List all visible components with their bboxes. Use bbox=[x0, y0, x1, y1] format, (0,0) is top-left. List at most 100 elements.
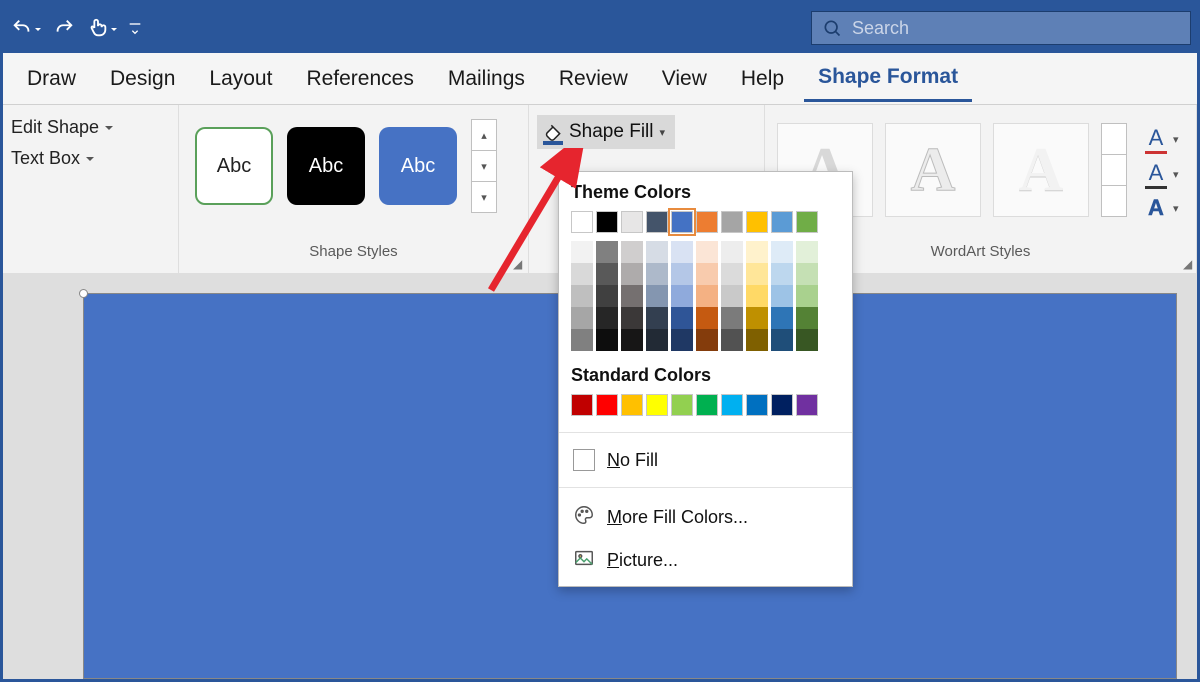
tab-mailings[interactable]: Mailings bbox=[434, 57, 539, 101]
theme-tint-swatch[interactable] bbox=[596, 285, 618, 307]
theme-color-swatch[interactable] bbox=[721, 211, 743, 233]
theme-tint-swatch[interactable] bbox=[696, 285, 718, 307]
tab-design[interactable]: Design bbox=[96, 57, 189, 101]
chevron-up-icon[interactable]: ▴ bbox=[472, 120, 496, 151]
wordart-launcher-icon[interactable]: ◢ bbox=[1183, 257, 1192, 271]
edit-shape-button[interactable]: Edit Shape bbox=[11, 117, 151, 138]
touch-mode-button[interactable] bbox=[85, 10, 119, 46]
theme-tint-swatch[interactable] bbox=[721, 307, 743, 329]
tab-layout[interactable]: Layout bbox=[195, 57, 286, 101]
search-input[interactable] bbox=[852, 18, 1180, 39]
shape-styles-launcher-icon[interactable]: ◢ bbox=[513, 257, 522, 271]
theme-tint-swatch[interactable] bbox=[596, 263, 618, 285]
picture-fill-option[interactable]: Picture... bbox=[559, 539, 852, 582]
redo-button[interactable] bbox=[47, 10, 81, 46]
theme-tint-swatch[interactable] bbox=[746, 241, 768, 263]
theme-color-swatch[interactable] bbox=[696, 211, 718, 233]
theme-color-swatch[interactable] bbox=[596, 211, 618, 233]
wordart-thumb-3[interactable]: A bbox=[993, 123, 1089, 217]
theme-tint-swatch[interactable] bbox=[621, 241, 643, 263]
search-box[interactable] bbox=[811, 11, 1191, 45]
theme-tint-swatch[interactable] bbox=[746, 307, 768, 329]
standard-color-swatch[interactable] bbox=[721, 394, 743, 416]
theme-tint-swatch[interactable] bbox=[796, 307, 818, 329]
theme-color-swatch[interactable] bbox=[746, 211, 768, 233]
theme-tint-swatch[interactable] bbox=[646, 329, 668, 351]
tab-help[interactable]: Help bbox=[727, 57, 798, 101]
theme-tint-swatch[interactable] bbox=[771, 263, 793, 285]
theme-tint-swatch[interactable] bbox=[771, 285, 793, 307]
theme-tint-swatch[interactable] bbox=[621, 329, 643, 351]
tab-view[interactable]: View bbox=[648, 57, 721, 101]
standard-color-swatch[interactable] bbox=[696, 394, 718, 416]
theme-tint-swatch[interactable] bbox=[696, 241, 718, 263]
theme-color-swatch[interactable] bbox=[571, 211, 593, 233]
standard-color-swatch[interactable] bbox=[596, 394, 618, 416]
theme-tint-swatch[interactable] bbox=[671, 241, 693, 263]
shape-style-thumb-1[interactable]: Abc bbox=[195, 127, 273, 205]
theme-tint-swatch[interactable] bbox=[621, 263, 643, 285]
theme-tint-swatch[interactable] bbox=[571, 307, 593, 329]
theme-color-swatch[interactable] bbox=[646, 211, 668, 233]
customize-qat-button[interactable] bbox=[123, 10, 147, 46]
theme-color-swatch[interactable] bbox=[771, 211, 793, 233]
theme-tint-swatch[interactable] bbox=[621, 285, 643, 307]
shape-style-thumb-2[interactable]: Abc bbox=[287, 127, 365, 205]
theme-color-swatch[interactable] bbox=[621, 211, 643, 233]
theme-tint-swatch[interactable] bbox=[696, 307, 718, 329]
standard-color-swatch[interactable] bbox=[571, 394, 593, 416]
theme-tint-swatch[interactable] bbox=[746, 329, 768, 351]
theme-tint-swatch[interactable] bbox=[671, 285, 693, 307]
text-effects-button[interactable]: A▾ bbox=[1145, 195, 1179, 221]
theme-tint-swatch[interactable] bbox=[571, 285, 593, 307]
theme-tint-swatch[interactable] bbox=[796, 285, 818, 307]
theme-tint-swatch[interactable] bbox=[596, 307, 618, 329]
theme-tint-swatch[interactable] bbox=[646, 263, 668, 285]
text-box-button[interactable]: Text Box bbox=[11, 148, 151, 169]
gallery-expand-icon[interactable]: ▾ bbox=[472, 182, 496, 212]
theme-tint-swatch[interactable] bbox=[771, 307, 793, 329]
theme-tint-swatch[interactable] bbox=[671, 307, 693, 329]
theme-tint-swatch[interactable] bbox=[796, 263, 818, 285]
tab-shape-format[interactable]: Shape Format bbox=[804, 55, 972, 102]
standard-color-swatch[interactable] bbox=[646, 394, 668, 416]
theme-tint-swatch[interactable] bbox=[721, 263, 743, 285]
no-fill-option[interactable]: No Fill bbox=[559, 441, 852, 479]
theme-tint-swatch[interactable] bbox=[671, 329, 693, 351]
theme-tint-swatch[interactable] bbox=[571, 329, 593, 351]
theme-color-swatch[interactable] bbox=[671, 211, 693, 233]
theme-tint-swatch[interactable] bbox=[771, 241, 793, 263]
more-fill-colors-option[interactable]: More Fill Colors... bbox=[559, 496, 852, 539]
theme-tint-swatch[interactable] bbox=[796, 329, 818, 351]
theme-tint-swatch[interactable] bbox=[621, 307, 643, 329]
undo-button[interactable] bbox=[9, 10, 43, 46]
chevron-down-icon[interactable]: ▾ bbox=[472, 151, 496, 182]
wordart-thumb-2[interactable]: A bbox=[885, 123, 981, 217]
tab-draw[interactable]: Draw bbox=[13, 57, 90, 101]
theme-tint-swatch[interactable] bbox=[671, 263, 693, 285]
theme-tint-swatch[interactable] bbox=[796, 241, 818, 263]
theme-tint-swatch[interactable] bbox=[746, 263, 768, 285]
theme-tint-swatch[interactable] bbox=[571, 241, 593, 263]
theme-tint-swatch[interactable] bbox=[646, 285, 668, 307]
shape-style-thumb-3[interactable]: Abc bbox=[379, 127, 457, 205]
wordart-gallery-scroller[interactable] bbox=[1101, 123, 1127, 217]
standard-color-swatch[interactable] bbox=[621, 394, 643, 416]
text-outline-button[interactable]: A▾ bbox=[1145, 160, 1179, 189]
tab-references[interactable]: References bbox=[292, 57, 427, 101]
theme-tint-swatch[interactable] bbox=[746, 285, 768, 307]
theme-tint-swatch[interactable] bbox=[596, 241, 618, 263]
shape-fill-button[interactable]: Shape Fill ▾ bbox=[537, 115, 675, 149]
standard-color-swatch[interactable] bbox=[746, 394, 768, 416]
theme-tint-swatch[interactable] bbox=[646, 307, 668, 329]
theme-tint-swatch[interactable] bbox=[696, 263, 718, 285]
shape-style-gallery-scroller[interactable]: ▴ ▾ ▾ bbox=[471, 119, 497, 213]
theme-tint-swatch[interactable] bbox=[771, 329, 793, 351]
standard-color-swatch[interactable] bbox=[671, 394, 693, 416]
tab-review[interactable]: Review bbox=[545, 57, 642, 101]
theme-tint-swatch[interactable] bbox=[596, 329, 618, 351]
theme-tint-swatch[interactable] bbox=[721, 285, 743, 307]
standard-color-swatch[interactable] bbox=[771, 394, 793, 416]
theme-color-swatch[interactable] bbox=[796, 211, 818, 233]
theme-tint-swatch[interactable] bbox=[646, 241, 668, 263]
